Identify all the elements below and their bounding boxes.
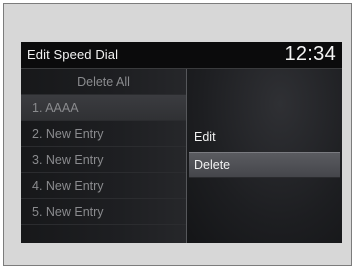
clock: 12:34 [284,43,336,65]
list-item-label: 5. New Entry [32,205,104,219]
list-item-entry-1[interactable]: 1. AAAA [21,95,186,121]
delete-button[interactable]: Delete [189,152,340,178]
list-item-label: 3. New Entry [32,153,104,167]
page-title: Edit Speed Dial [27,47,119,62]
list-item-label: 4. New Entry [32,179,104,193]
list-item-label: Delete All [77,75,130,89]
display-screen: Edit Speed Dial 12:34 Delete All 1. AAAA… [21,42,342,243]
header-bar: Edit Speed Dial 12:34 [21,42,342,69]
list-item-entry-3[interactable]: 3. New Entry [21,147,186,173]
menu-item-label: Edit [194,130,216,144]
list-item-entry-2[interactable]: 2. New Entry [21,121,186,147]
device-frame: Edit Speed Dial 12:34 Delete All 1. AAAA… [3,3,352,266]
speed-dial-list: Delete All 1. AAAA 2. New Entry 3. New E… [21,69,186,243]
context-menu: Edit Delete [187,69,342,243]
list-item-entry-5[interactable]: 5. New Entry [21,199,186,225]
delete-all-button[interactable]: Delete All [21,69,186,95]
list-item-label: 2. New Entry [32,127,104,141]
list-item-label: 1. AAAA [32,101,79,115]
edit-button[interactable]: Edit [187,124,342,150]
menu-item-label: Delete [194,158,231,172]
list-item-entry-4[interactable]: 4. New Entry [21,173,186,199]
